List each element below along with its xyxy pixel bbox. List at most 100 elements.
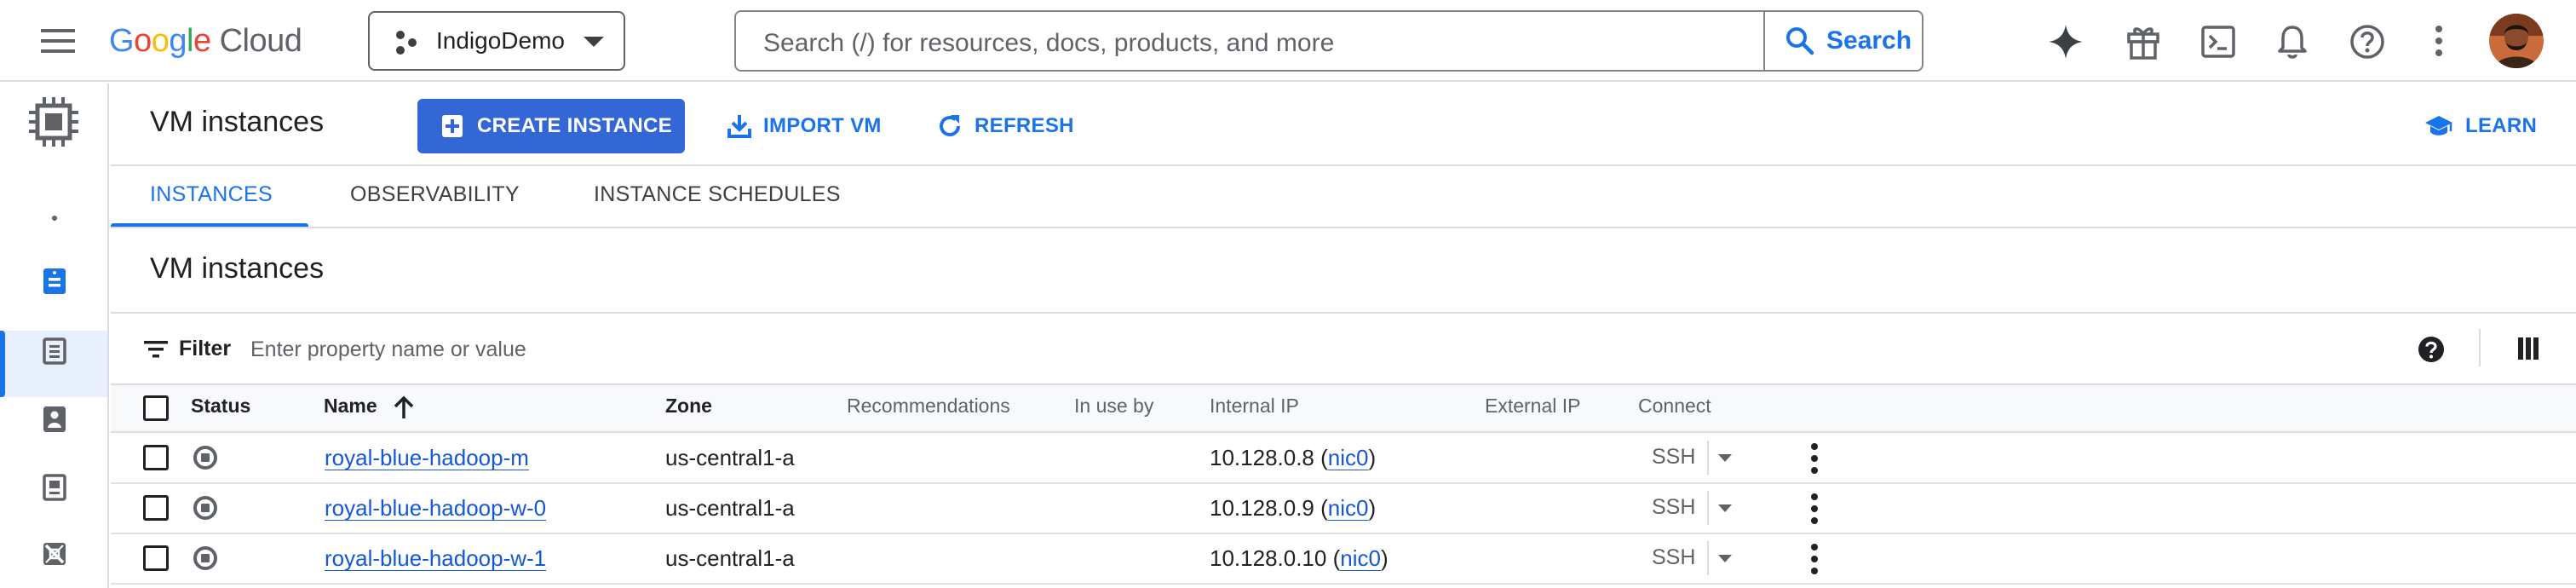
logo-cloud-text: Cloud xyxy=(219,23,302,59)
column-display-options-icon[interactable] xyxy=(2518,337,2539,360)
compute-engine-chip-icon[interactable] xyxy=(27,95,80,148)
project-hierarchy-icon xyxy=(394,30,419,55)
vm-instances-icon[interactable] xyxy=(43,268,66,295)
instance-templates-icon[interactable] xyxy=(43,337,66,365)
stopped-status-icon xyxy=(193,546,217,570)
refresh-icon xyxy=(937,113,963,139)
ssh-options-dropdown-icon[interactable] xyxy=(1718,504,1732,513)
internal-ip-cell: 10.128.0.8 (nic0) xyxy=(1210,445,1377,470)
column-header-in-use-by[interactable]: In use by xyxy=(1074,395,1153,418)
ssh-split-separator xyxy=(1707,441,1709,475)
column-header-external-ip[interactable]: External IP xyxy=(1485,395,1581,418)
product-nav-rail xyxy=(0,84,109,588)
download-icon xyxy=(727,113,751,139)
column-header-connect[interactable]: Connect xyxy=(1638,395,1711,418)
notifications-bell-icon[interactable] xyxy=(2276,24,2309,60)
internal-ip-value: 10.128.0.8 xyxy=(1210,445,1314,470)
stopped-status-icon xyxy=(193,446,217,470)
instance-name-link[interactable]: royal-blue-hadoop-w-1 xyxy=(325,545,546,572)
help-icon[interactable] xyxy=(2349,24,2385,60)
nic-link[interactable]: nic0 xyxy=(1340,545,1381,571)
column-header-name[interactable]: Name xyxy=(324,395,377,418)
zone-cell: us-central1-a xyxy=(665,495,795,521)
cloud-shell-terminal-icon[interactable] xyxy=(2201,26,2235,58)
refresh-label: REFRESH xyxy=(975,114,1074,137)
search-icon xyxy=(1785,26,1814,55)
column-header-status[interactable]: Status xyxy=(191,395,250,418)
internal-ip-cell: 10.128.0.10 (nic0) xyxy=(1210,545,1389,571)
table-header xyxy=(111,383,2576,433)
row-more-actions-icon[interactable] xyxy=(1808,543,1820,575)
row-divider xyxy=(111,583,2576,585)
instance-name-link[interactable]: royal-blue-hadoop-m xyxy=(325,445,529,471)
tab-instance-schedules[interactable]: INSTANCE SCHEDULES xyxy=(594,182,841,207)
sort-ascending-arrow-icon[interactable] xyxy=(394,395,414,419)
search-bar[interactable]: Search (/) for resources, docs, products… xyxy=(734,10,1923,72)
column-header-recommendations[interactable]: Recommendations xyxy=(847,395,1010,418)
tab-observability[interactable]: OBSERVABILITY xyxy=(350,182,520,207)
tpus-icon[interactable] xyxy=(41,540,68,568)
account-avatar[interactable] xyxy=(2489,14,2544,68)
filter-list-icon[interactable] xyxy=(143,339,169,360)
search-input[interactable]: Search (/) for resources, docs, products… xyxy=(763,29,1334,58)
instance-name-link[interactable]: royal-blue-hadoop-w-0 xyxy=(325,495,546,522)
internal-ip-value: 10.128.0.10 xyxy=(1210,545,1327,571)
table-help-icon[interactable] xyxy=(2418,336,2445,363)
ssh-button[interactable]: SSH xyxy=(1652,545,1695,570)
nic-link[interactable]: nic0 xyxy=(1328,445,1369,470)
project-picker[interactable]: IndigoDemo xyxy=(368,11,625,71)
row-more-actions-icon[interactable] xyxy=(1808,442,1820,475)
school-icon xyxy=(2424,114,2453,138)
add-box-icon xyxy=(441,114,463,138)
select-all-checkbox[interactable] xyxy=(143,395,169,421)
gemini-sparkle-icon[interactable] xyxy=(2048,24,2084,60)
learn-button[interactable]: LEARN xyxy=(2424,99,2537,153)
tab-instances[interactable]: INSTANCES xyxy=(150,182,273,207)
ssh-button[interactable]: SSH xyxy=(1652,495,1695,520)
row-checkbox[interactable] xyxy=(143,545,169,571)
stopped-status-icon xyxy=(193,496,217,520)
filter-input[interactable]: Enter property name or value xyxy=(250,337,526,362)
row-divider xyxy=(111,533,2576,534)
rail-dot-icon[interactable] xyxy=(52,216,57,221)
ssh-split-separator xyxy=(1707,491,1709,525)
zone-cell: us-central1-a xyxy=(665,545,795,571)
project-name: IndigoDemo xyxy=(436,27,565,54)
ssh-button[interactable]: SSH xyxy=(1652,445,1695,470)
column-header-internal-ip[interactable]: Internal IP xyxy=(1210,395,1299,418)
internal-ip-cell: 10.128.0.9 (nic0) xyxy=(1210,495,1377,521)
filter-label: Filter xyxy=(179,337,232,360)
google-cloud-logo[interactable]: Google Cloud xyxy=(109,19,302,63)
header-divider xyxy=(111,164,2576,166)
more-vert-icon[interactable] xyxy=(2433,24,2445,58)
logo-google-text: Google xyxy=(109,23,211,59)
import-vm-button[interactable]: IMPORT VM xyxy=(727,99,882,153)
zone-cell: us-central1-a xyxy=(665,445,795,470)
learn-label: LEARN xyxy=(2465,114,2538,137)
chevron-down-icon xyxy=(583,35,605,49)
internal-ip-value: 10.128.0.9 xyxy=(1210,495,1314,521)
filter-toolbar-separator xyxy=(2479,329,2481,366)
sole-tenant-nodes-icon[interactable] xyxy=(43,406,66,433)
section-divider xyxy=(111,312,2576,314)
search-button-label: Search xyxy=(1826,26,1912,55)
machine-images-icon[interactable] xyxy=(43,474,66,501)
nic-link[interactable]: nic0 xyxy=(1328,495,1369,521)
ssh-options-dropdown-icon[interactable] xyxy=(1718,454,1732,463)
ssh-split-separator xyxy=(1707,541,1709,575)
ssh-options-dropdown-icon[interactable] xyxy=(1718,555,1732,563)
create-instance-label: CREATE INSTANCE xyxy=(477,114,672,137)
row-divider xyxy=(111,482,2576,484)
column-header-zone[interactable]: Zone xyxy=(665,395,712,418)
page-title: VM instances xyxy=(150,106,325,138)
refresh-button[interactable]: REFRESH xyxy=(937,99,1074,153)
row-more-actions-icon[interactable] xyxy=(1808,493,1820,525)
top-bar: Google Cloud IndigoDemo Search (/) for re… xyxy=(0,0,2576,82)
gift-icon[interactable] xyxy=(2126,24,2160,60)
row-checkbox[interactable] xyxy=(143,495,169,521)
main-menu-icon[interactable] xyxy=(39,26,77,56)
import-vm-label: IMPORT VM xyxy=(763,114,882,137)
create-instance-button[interactable]: CREATE INSTANCE xyxy=(417,99,685,153)
row-checkbox[interactable] xyxy=(143,445,169,470)
search-button[interactable]: Search xyxy=(1763,12,1923,70)
